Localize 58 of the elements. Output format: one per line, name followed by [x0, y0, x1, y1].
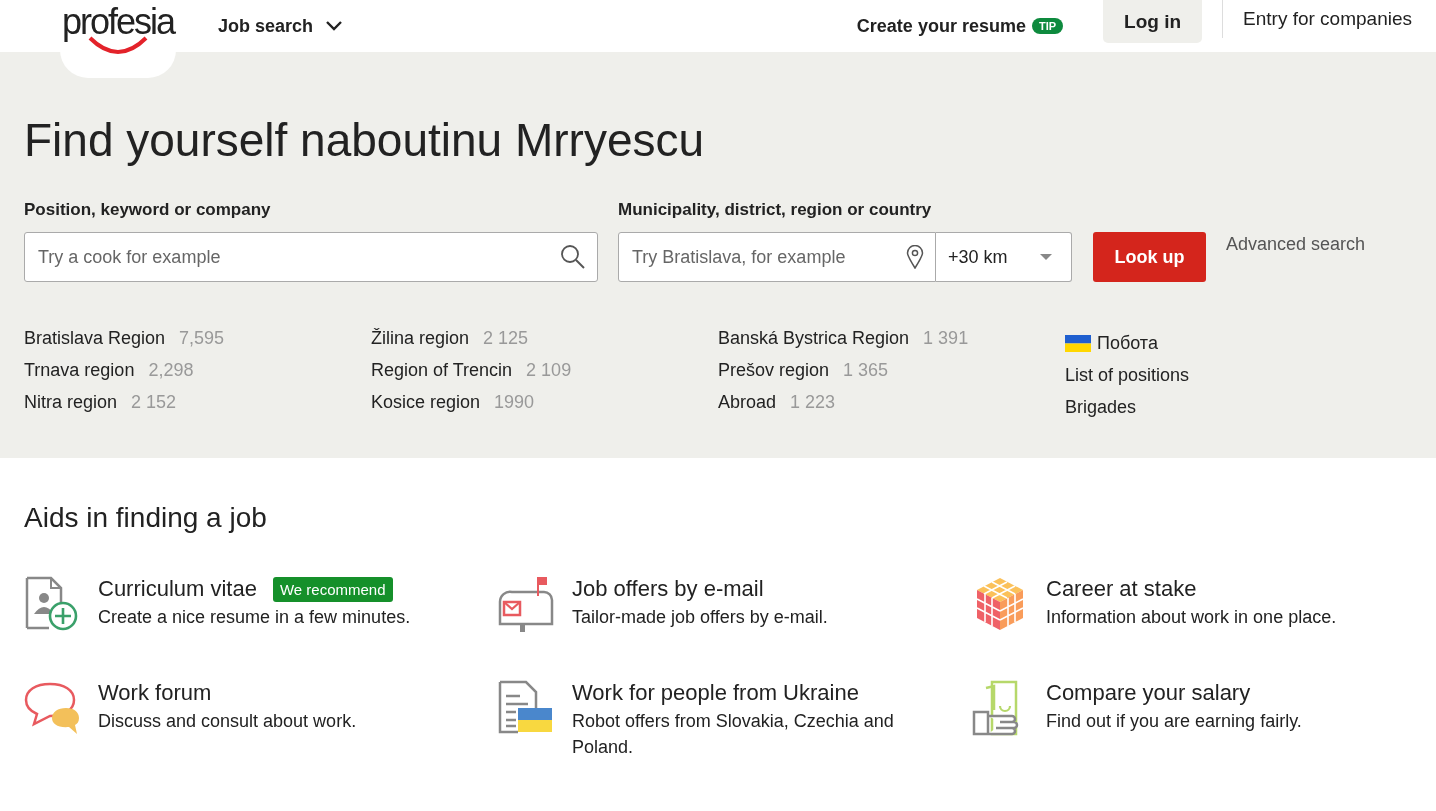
- aid-description: Information about work in one place.: [1046, 606, 1338, 629]
- aid-title-link[interactable]: Career at stake: [1046, 576, 1197, 602]
- aid-title-link[interactable]: Job offers by e-mail: [572, 576, 764, 602]
- aid-description: Tailor-made job offers by e-mail.: [572, 606, 829, 629]
- aids-title: Aids in finding a job: [24, 501, 268, 535]
- recommend-badge: We recommend: [272, 576, 393, 602]
- region-link[interactable]: Abroad: [718, 391, 777, 413]
- job-search-menu[interactable]: Job search: [218, 15, 344, 37]
- region-count: 1 391: [923, 327, 969, 349]
- create-resume-link[interactable]: Create your resume: [856, 15, 1026, 37]
- document-person-plus-icon: [24, 576, 80, 632]
- region-link[interactable]: Prešov region: [718, 359, 830, 381]
- region-link[interactable]: Banská Bystrica Region: [718, 327, 910, 349]
- region-link[interactable]: Trnava region: [24, 359, 135, 381]
- region-count: 1 223: [790, 391, 836, 413]
- document-flag-icon: [498, 680, 554, 736]
- dropdown-arrow-icon: [1039, 253, 1053, 261]
- region-link[interactable]: Region of Trencin: [371, 359, 513, 381]
- hero-title: Find yourself naboutinu Mrryescu: [24, 113, 706, 168]
- look-up-button[interactable]: Look up: [1093, 232, 1206, 282]
- aid-description: Find out if you are earning fairly.: [1046, 710, 1303, 733]
- tip-badge: TIP: [1031, 18, 1064, 34]
- location-label: Municipality, district, region or country: [618, 200, 933, 221]
- advanced-search-link[interactable]: Advanced search: [1226, 234, 1366, 255]
- region-count: 2 152: [131, 391, 177, 413]
- quick-link[interactable]: Brigades: [1065, 396, 1137, 418]
- aid-title-link[interactable]: Work forum: [98, 680, 212, 706]
- aid-title-link[interactable]: Compare your salary: [1046, 680, 1251, 706]
- region-link[interactable]: Bratislava Region: [24, 327, 166, 349]
- quick-link[interactable]: List of positions: [1065, 364, 1190, 386]
- mailbox-icon: [498, 576, 554, 632]
- distance-select[interactable]: +30 km: [936, 232, 1072, 282]
- profesia-logo[interactable]: profesia: [61, 4, 175, 40]
- aid-description: Create a nice resume in a few minutes.: [98, 606, 412, 629]
- region-count: 1990: [494, 391, 535, 413]
- keyword-field[interactable]: Try a cook for example: [24, 232, 598, 282]
- quick-link[interactable]: Побота: [1097, 332, 1158, 354]
- login-button[interactable]: Log in: [1103, 0, 1203, 43]
- region-link[interactable]: Kosice region: [371, 391, 481, 413]
- map-pin-icon: [906, 245, 924, 269]
- ukraine-flag-icon: [1065, 334, 1091, 352]
- region-link[interactable]: Žilina region: [371, 327, 470, 349]
- keyword-label: Position, keyword or company: [24, 200, 272, 221]
- companies-link[interactable]: Entry for companies: [1222, 0, 1412, 38]
- aid-description: Robot offers from Slovakia, Czechia and Poland.: [572, 710, 895, 759]
- region-count: 2 109: [526, 359, 572, 381]
- search-icon: [560, 244, 586, 270]
- region-count: 1 365: [843, 359, 889, 381]
- chevron-down-icon: [325, 20, 344, 32]
- location-field[interactable]: Try Bratislava, for example: [618, 232, 936, 282]
- region-count: 2,298: [148, 359, 194, 381]
- speech-bubbles-icon: [24, 680, 80, 736]
- aid-description: Discuss and consult about work.: [98, 710, 358, 733]
- aid-title-link[interactable]: Work for people from Ukraine: [572, 680, 859, 706]
- region-count: 2 125: [483, 327, 529, 349]
- region-count: 7,595: [179, 327, 225, 349]
- aid-title-link[interactable]: Curriculum vitae: [98, 576, 257, 602]
- region-link[interactable]: Nitra region: [24, 391, 118, 413]
